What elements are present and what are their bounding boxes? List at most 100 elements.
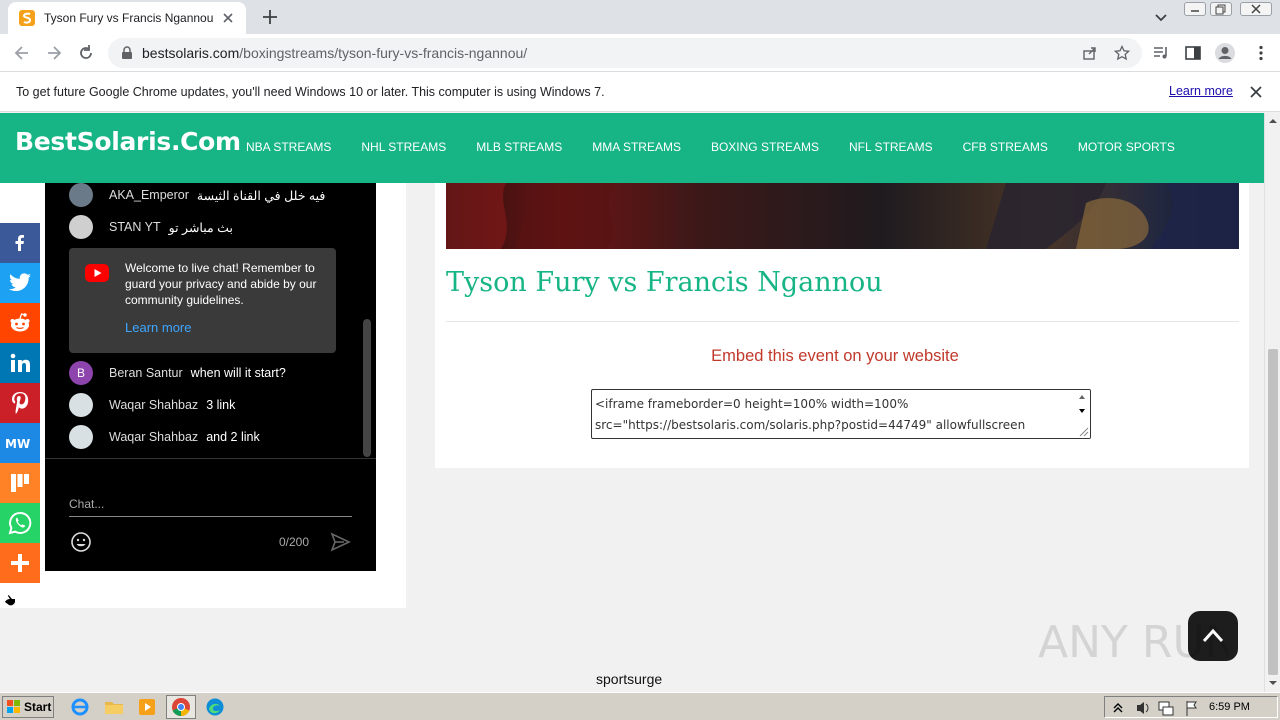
footer-text[interactable]: sportsurge <box>596 671 662 687</box>
file-explorer-icon[interactable] <box>104 697 124 717</box>
char-count: 0/200 <box>279 535 310 549</box>
chat-author: AKA_Emperor <box>109 188 189 202</box>
tab-close-icon[interactable] <box>220 10 236 26</box>
chat-text: فيه خلل في القناة الثيسة <box>196 188 326 203</box>
media-player-icon[interactable] <box>137 697 157 717</box>
back-to-top-button[interactable] <box>1188 611 1238 661</box>
chat-text: بث مباشر تو <box>168 220 233 235</box>
facebook-icon[interactable] <box>0 223 40 263</box>
site-nav: NBA STREAMS NHL STREAMS MLB STREAMS MMA … <box>246 140 1205 154</box>
chat-message: B Beran Santur when will it start? <box>69 361 286 385</box>
bookmark-star-icon[interactable] <box>1114 45 1130 61</box>
media-control-icon[interactable] <box>1152 44 1170 62</box>
web-page: BestSolaris.Com NBA STREAMS NHL STREAMS … <box>0 113 1264 692</box>
chat-input[interactable]: Chat... <box>69 497 352 517</box>
site-favicon-icon <box>18 9 36 27</box>
event-banner-image <box>446 183 1239 249</box>
nav-item-nba[interactable]: NBA STREAMS <box>246 140 331 154</box>
reddit-icon[interactable] <box>0 303 40 343</box>
chat-message: STAN YT بث مباشر تو <box>69 215 233 239</box>
minimize-window-button[interactable] <box>1184 2 1206 16</box>
windows-logo-icon <box>7 700 21 714</box>
close-window-button[interactable] <box>1240 2 1272 16</box>
social-share-bar: MW <box>0 223 40 583</box>
nav-item-mlb[interactable]: MLB STREAMS <box>476 140 562 154</box>
emoji-icon[interactable] <box>69 530 93 554</box>
browser-tab[interactable]: Tyson Fury vs Francis Ngannou <box>8 2 246 34</box>
tab-title: Tyson Fury vs Francis Ngannou <box>44 11 214 25</box>
start-button[interactable]: Start <box>2 696 54 718</box>
volume-icon[interactable] <box>1137 702 1144 714</box>
avatar <box>69 393 93 417</box>
tray-expand-icon[interactable] <box>1113 703 1123 713</box>
hand-cursor-icon <box>3 593 17 609</box>
chat-author: STAN YT <box>109 220 161 234</box>
address-bar[interactable]: bestsolaris.com/boxingstreams/tyson-fury… <box>108 38 1142 68</box>
nav-item-boxing[interactable]: BOXING STREAMS <box>711 140 819 154</box>
chat-author: Waqar Shahbaz <box>109 398 199 412</box>
chat-author: Beran Santur <box>109 366 183 380</box>
chrome-taskbar-button[interactable] <box>166 695 196 719</box>
page-scrollbar-thumb[interactable] <box>1268 349 1278 675</box>
restore-window-button[interactable] <box>1210 2 1232 16</box>
chat-scrollbar[interactable] <box>363 319 371 457</box>
infobar-learn-more-link[interactable]: Learn more <box>1169 84 1233 98</box>
embed-code-line: src="https://bestsolaris.com/solaris.php… <box>595 418 1026 432</box>
side-panel-icon[interactable] <box>1184 44 1202 62</box>
live-chat: AKA_Emperor فيه خلل في القناة الثيسة STA… <box>45 183 376 571</box>
back-arrow-icon[interactable] <box>12 43 32 63</box>
chat-text: when will it start? <box>190 366 286 380</box>
action-center-flag-icon[interactable] <box>1186 701 1197 716</box>
share-icon[interactable] <box>1082 45 1098 61</box>
mix-icon[interactable] <box>0 463 40 503</box>
nav-item-mma[interactable]: MMA STREAMS <box>592 140 681 154</box>
nav-item-nfl[interactable]: NFL STREAMS <box>849 140 933 154</box>
nav-item-cfb[interactable]: CFB STREAMS <box>963 140 1048 154</box>
textarea-scrollbar[interactable] <box>1074 390 1090 438</box>
profile-avatar-icon[interactable] <box>1214 42 1236 64</box>
page-scrollbar[interactable] <box>1264 113 1280 692</box>
system-tray <box>1104 696 1278 718</box>
site-logo[interactable]: BestSolaris.Com <box>15 127 241 156</box>
avatar <box>69 183 93 207</box>
windows-taskbar: Start 6:59 PM <box>0 692 1280 720</box>
chat-message: AKA_Emperor فيه خلل في القناة الثيسة <box>69 183 325 207</box>
infobar-close-icon[interactable] <box>1248 84 1264 100</box>
edge-icon[interactable] <box>205 697 225 717</box>
chat-divider <box>45 458 376 459</box>
mewe-icon[interactable]: MW <box>0 423 40 463</box>
internet-explorer-icon[interactable] <box>70 697 90 717</box>
chevron-down-icon[interactable] <box>1152 8 1170 26</box>
chat-author: Waqar Shahbaz <box>109 430 199 444</box>
avatar <box>69 215 93 239</box>
svg-text:MW: MW <box>5 437 30 450</box>
send-icon[interactable] <box>329 531 351 553</box>
forward-arrow-icon[interactable] <box>44 43 64 63</box>
browser-toolbar: bestsolaris.com/boxingstreams/tyson-fury… <box>0 34 1280 72</box>
twitter-icon[interactable] <box>0 263 40 303</box>
new-tab-icon[interactable] <box>260 7 280 27</box>
pinterest-icon[interactable] <box>0 383 40 423</box>
start-label: Start <box>24 700 52 714</box>
chat-text: and 2 link <box>206 430 260 444</box>
more-options-icon[interactable] <box>1252 44 1270 62</box>
embed-code-textarea[interactable]: <iframe frameborder=0 height=100% width=… <box>591 389 1091 439</box>
linkedin-icon[interactable] <box>0 343 40 383</box>
welcome-learn-more-link[interactable]: Learn more <box>125 320 191 335</box>
tab-strip: Tyson Fury vs Francis Ngannou <box>0 0 1280 34</box>
page-title: Tyson Fury vs Francis Ngannou <box>446 267 883 298</box>
embed-heading: Embed this event on your website <box>711 347 959 365</box>
whatsapp-icon[interactable] <box>0 503 40 543</box>
reload-icon[interactable] <box>76 43 96 63</box>
youtube-icon <box>85 264 109 282</box>
avatar: B <box>69 361 93 385</box>
chat-text: 3 link <box>206 398 236 412</box>
nav-item-motor-sports[interactable]: MOTOR SPORTS <box>1078 140 1175 154</box>
welcome-notice: Welcome to live chat! Remember to guard … <box>69 248 336 353</box>
nav-item-nhl[interactable]: NHL STREAMS <box>361 140 446 154</box>
title-divider <box>446 321 1239 322</box>
chat-message: Waqar Shahbaz 3 link <box>69 393 235 417</box>
update-infobar: To get future Google Chrome updates, you… <box>0 72 1280 112</box>
taskbar-clock[interactable]: 6:59 PM <box>1209 701 1250 713</box>
more-share-icon[interactable] <box>0 543 40 583</box>
